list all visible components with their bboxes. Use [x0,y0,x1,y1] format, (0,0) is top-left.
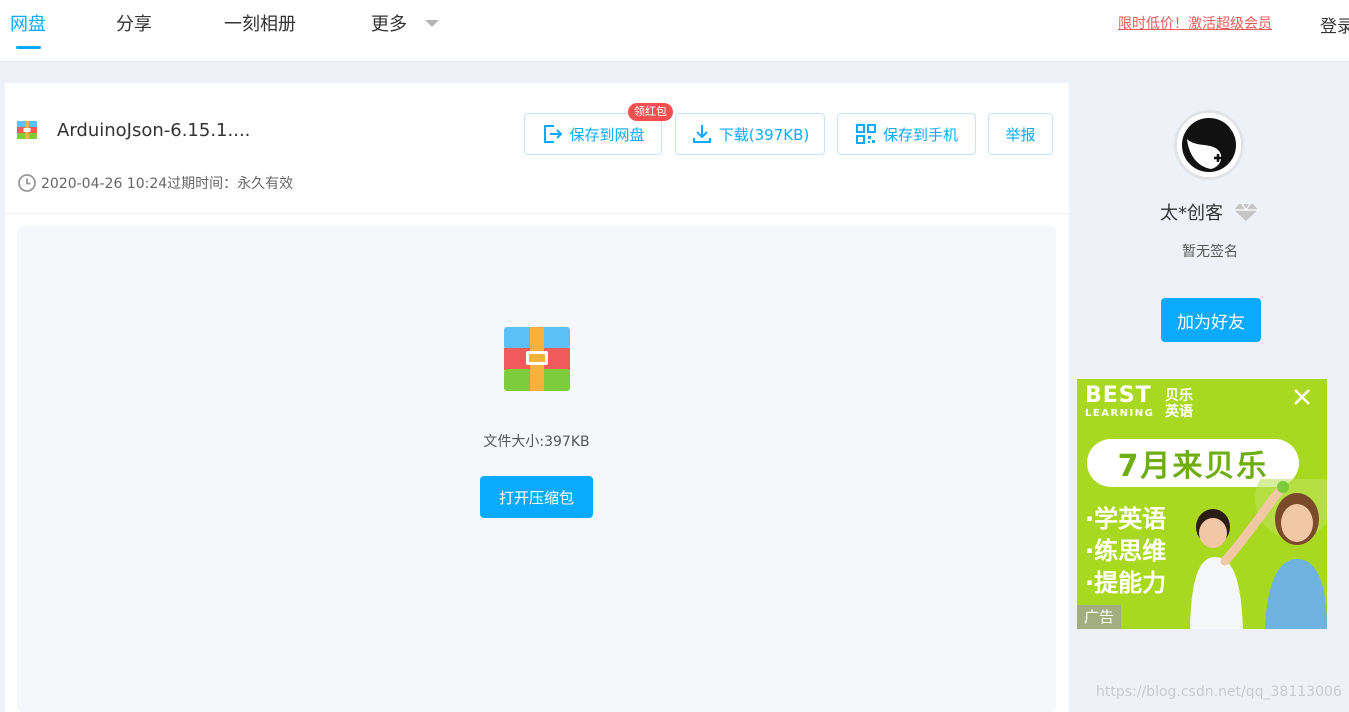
ad-bullet-3: ·提能力 [1085,569,1167,597]
ad-bullet-2: ·练思维 [1085,537,1167,565]
ad-brand-sub: LEARNING [1085,408,1155,419]
advertisement[interactable]: BEST LEARNING 贝乐英语 7月来贝乐 ·学英语 ·练思维 ·提能力 … [1077,379,1327,629]
ad-photo [1190,479,1327,629]
user-name[interactable]: 太*创客 [1160,199,1223,225]
nav-active-indicator [16,46,41,49]
top-nav: 网盘 分享 一刻相册 更多 限时低价！激活超级会员 登录 [0,0,1349,62]
add-friend-button[interactable]: 加为好友 [1161,298,1261,342]
nav-tab-share[interactable]: 分享 [116,10,152,36]
qr-code-icon [855,124,876,144]
close-icon[interactable] [1290,385,1314,409]
ad-brand: BEST [1085,383,1152,408]
avatar[interactable] [1174,110,1244,180]
zip-archive-icon [17,121,37,139]
user-signature: 暂无签名 [1182,244,1238,260]
save-to-phone-button[interactable]: 保存到手机 [837,113,976,155]
vip-promo-link[interactable]: 限时低价！激活超级会员 [1118,13,1272,33]
header-divider [5,213,1069,214]
ad-label: 广告 [1077,605,1121,629]
file-date-expiry: 2020-04-26 10:24过期时间：永久有效 [41,176,294,192]
file-size: 文件大小:397KB [483,434,590,450]
clock-icon [18,174,36,192]
report-button[interactable]: 举报 [988,113,1053,155]
save-to-disk-icon [544,125,563,143]
watermark: https://blog.csdn.net/qq_38113006 [1096,684,1342,700]
download-label: 下载(397KB) [718,125,810,144]
vip-diamond-icon [1234,203,1258,221]
nav-tab-album[interactable]: 一刻相册 [224,10,296,36]
chevron-down-icon[interactable] [425,20,439,27]
red-packet-badge[interactable]: 领红包 [628,103,673,121]
nav-tab-more[interactable]: 更多 [371,10,407,36]
save-to-netdisk-label: 保存到网盘 [569,125,645,144]
download-icon [692,125,711,143]
download-button[interactable]: 下载(397KB) [675,113,825,155]
login-link[interactable]: 登录 [1320,12,1349,37]
zip-archive-icon [504,327,570,391]
ad-bullet-1: ·学英语 [1085,505,1167,533]
file-meta: 2020-04-26 10:24过期时间：永久有效 [17,173,293,193]
ad-brand-cn: 贝乐英语 [1165,388,1193,420]
file-name: ArduinoJson-6.15.1.... [57,120,251,141]
open-archive-button[interactable]: 打开压缩包 [480,476,593,518]
report-label: 举报 [1005,125,1036,144]
file-panel: ArduinoJson-6.15.1.... 2020-04-26 10:24过… [5,83,1069,712]
user-name-row: 太*创客 [1160,199,1259,225]
yin-yang-avatar-image [1177,113,1241,177]
nav-tab-netdisk[interactable]: 网盘 [10,10,46,36]
file-preview-area: 文件大小:397KB 打开压缩包 [17,226,1056,712]
save-to-phone-label: 保存到手机 [882,125,958,144]
